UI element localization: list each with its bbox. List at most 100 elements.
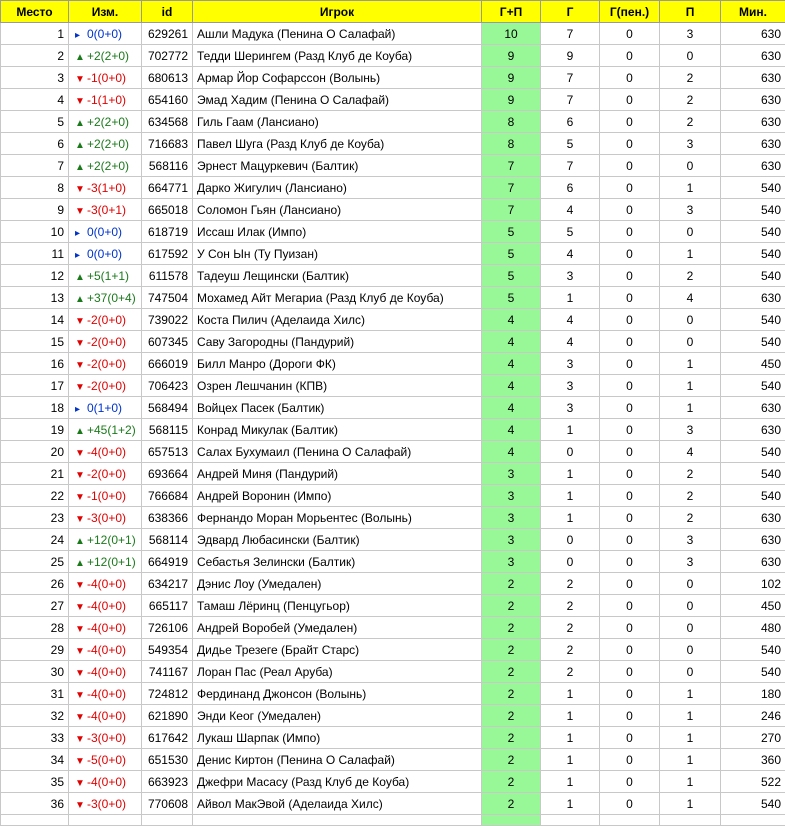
goals-cell: 4 (541, 243, 600, 265)
header-id[interactable]: id (142, 1, 193, 23)
player-cell: Фернандо Моран Морьентес (Волынь) (193, 507, 482, 529)
assists-cell: 0 (660, 573, 721, 595)
table-row[interactable]: 6▲+2(2+0)716683Павел Шуга (Разд Клуб де … (1, 133, 785, 155)
table-row[interactable]: 13▲+37(0+4)747504Мохамед Айт Мегариа (Ра… (1, 287, 785, 309)
table-row[interactable]: 3▼-1(0+0)680613Армар Йор Софарссон (Волы… (1, 67, 785, 89)
table-row[interactable]: 23▼-3(0+0)638366Фернандо Моран Морьентес… (1, 507, 785, 529)
goals-cell: 0 (541, 529, 600, 551)
table-row[interactable]: 31▼-4(0+0)724812Фердинанд Джонсон (Волын… (1, 683, 785, 705)
table-row[interactable]: 14▼-2(0+0)739022Коста Пилич (Аделаида Хи… (1, 309, 785, 331)
table-row[interactable]: 15▼-2(0+0)607345Саву Загородны (Пандурий… (1, 331, 785, 353)
header-goals[interactable]: Г (541, 1, 600, 23)
goals-cell: 2 (541, 617, 600, 639)
goals-cell: 1 (541, 287, 600, 309)
table-row[interactable]: 28▼-4(0+0)726106Андрей Воробей (Умедален… (1, 617, 785, 639)
change-value: 0(0+0) (87, 247, 122, 261)
table-row[interactable]: 25▲+12(0+1)664919Себастья Зелински (Балт… (1, 551, 785, 573)
header-penalty-goals[interactable]: Г(пен.) (600, 1, 660, 23)
up-arrow-icon: ▲ (75, 536, 87, 547)
table-row[interactable]: 30▼-4(0+0)741167Лоран Пас (Реал Аруба)22… (1, 661, 785, 683)
minutes-cell: 630 (721, 89, 785, 111)
assists-cell: 0 (660, 155, 721, 177)
table-row[interactable]: 1▸0(0+0)629261Ашли Мадука (Пенина О Сала… (1, 23, 785, 45)
player-cell: Джефри Масасу (Разд Клуб де Коуба) (193, 771, 482, 793)
minutes-cell: 540 (721, 639, 785, 661)
header-minutes[interactable]: Мин. (721, 1, 785, 23)
id-cell: 634217 (142, 573, 193, 595)
table-row[interactable]: 16▼-2(0+0)666019Билл Манро (Дороги ФК)43… (1, 353, 785, 375)
table-row[interactable]: 10▸0(0+0)618719Иссаш Илак (Импо)5500540 (1, 221, 785, 243)
table-row[interactable]: 29▼-4(0+0)549354Дидье Трезеге (Брайт Ста… (1, 639, 785, 661)
table-row[interactable]: 26▼-4(0+0)634217Дэнис Лоу (Умедален)2200… (1, 573, 785, 595)
header-goals-plus-assists[interactable]: Г+П (482, 1, 541, 23)
header-change[interactable]: Изм. (69, 1, 142, 23)
table-row[interactable]: 32▼-4(0+0)621890Энди Кеог (Умедален)2101… (1, 705, 785, 727)
table-body: 1▸0(0+0)629261Ашли Мадука (Пенина О Сала… (1, 23, 785, 826)
table-row[interactable]: 18▸0(1+0)568494Войцех Пасек (Балтик)4301… (1, 397, 785, 419)
penalty-goals-cell: 0 (600, 155, 660, 177)
table-row[interactable]: 24▲+12(0+1)568114Эдвард Любасински (Балт… (1, 529, 785, 551)
table-row[interactable]: 5▲+2(2+0)634568Гиль Гаам (Лансиано)86026… (1, 111, 785, 133)
header-player[interactable]: Игрок (193, 1, 482, 23)
table-row[interactable]: 19▲+45(1+2)568115Конрад Микулак (Балтик)… (1, 419, 785, 441)
rank-cell: 23 (1, 507, 69, 529)
table-row[interactable]: 2▲+2(2+0)702772Тедди Шерингем (Разд Клуб… (1, 45, 785, 67)
id-cell: 706423 (142, 375, 193, 397)
minutes-cell: 540 (721, 177, 785, 199)
goals-plus-assists-cell: 5 (482, 243, 541, 265)
goals-cell: 0 (541, 551, 600, 573)
table-row[interactable]: 27▼-4(0+0)665117Тамаш Лёринц (Пенцугьор)… (1, 595, 785, 617)
goals-cell: 7 (541, 23, 600, 45)
id-cell: 702772 (142, 45, 193, 67)
minutes-cell: 540 (721, 661, 785, 683)
change-cell: ▼-5(0+0) (69, 749, 142, 771)
goals-plus-assists-cell: 2 (482, 727, 541, 749)
id-cell: 618719 (142, 221, 193, 243)
goals-plus-assists-cell: 7 (482, 155, 541, 177)
goals-cell: 1 (541, 705, 600, 727)
player-cell: Саву Загородны (Пандурий) (193, 331, 482, 353)
id-cell: 680613 (142, 67, 193, 89)
rank-cell: 20 (1, 441, 69, 463)
penalty-goals-cell: 0 (600, 727, 660, 749)
table-row[interactable]: 4▼-1(1+0)654160Эмад Хадим (Пенина О Сала… (1, 89, 785, 111)
change-value: +12(0+1) (87, 533, 136, 547)
table-row[interactable]: 20▼-4(0+0)657513Салах Бухумаил (Пенина О… (1, 441, 785, 463)
penalty-goals-cell: 0 (600, 67, 660, 89)
header-assists[interactable]: П (660, 1, 721, 23)
table-row[interactable]: 9▼-3(0+1)665018Соломон Гьян (Лансиано)74… (1, 199, 785, 221)
rank-cell: 32 (1, 705, 69, 727)
table-row[interactable]: 17▼-2(0+0)706423Озрен Лешчанин (КПВ)4301… (1, 375, 785, 397)
table-row[interactable]: 33▼-3(0+0)617642Лукаш Шарпак (Импо)21012… (1, 727, 785, 749)
table-row[interactable]: 21▼-2(0+0)693664Андрей Миня (Пандурий)31… (1, 463, 785, 485)
goals-plus-assists-cell: 3 (482, 507, 541, 529)
header-rank[interactable]: Место (1, 1, 69, 23)
table-row[interactable]: 35▼-4(0+0)663923Джефри Масасу (Разд Клуб… (1, 771, 785, 793)
table-row[interactable]: 8▼-3(1+0)664771Дарко Жигулич (Лансиано)7… (1, 177, 785, 199)
table-row[interactable]: 12▲+5(1+1)611578Тадеуш Лещински (Балтик)… (1, 265, 785, 287)
assists-cell: 2 (660, 507, 721, 529)
id-cell: 693664 (142, 463, 193, 485)
table-row[interactable]: 22▼-1(0+0)766684Андрей Воронин (Импо)310… (1, 485, 785, 507)
change-cell: ▼-1(0+0) (69, 485, 142, 507)
assists-cell: 4 (660, 441, 721, 463)
assists-cell: 1 (660, 177, 721, 199)
minutes-cell: 630 (721, 397, 785, 419)
table-row[interactable]: 7▲+2(2+0)568116Эрнест Мацуркевич (Балтик… (1, 155, 785, 177)
assists-cell: 3 (660, 133, 721, 155)
table-row[interactable]: 36▼-3(0+0)770608Айвол МакЭвой (Аделаида … (1, 793, 785, 815)
goals-cell: 1 (541, 749, 600, 771)
minutes-cell: 630 (721, 551, 785, 573)
table-row[interactable]: 34▼-5(0+0)651530Денис Киртон (Пенина О С… (1, 749, 785, 771)
assists-cell: 2 (660, 111, 721, 133)
id-cell: 665018 (142, 199, 193, 221)
id-cell: 747504 (142, 287, 193, 309)
change-value: 0(0+0) (87, 225, 122, 239)
rank-cell: 33 (1, 727, 69, 749)
table-row[interactable]: 11▸0(0+0)617592У Сон Ын (Ту Пуизан)54015… (1, 243, 785, 265)
player-cell: Лоран Пас (Реал Аруба) (193, 661, 482, 683)
change-value: +5(1+1) (87, 269, 129, 283)
down-arrow-icon: ▼ (75, 624, 87, 635)
change-value: 0(1+0) (87, 401, 122, 415)
goals-plus-assists-cell: 4 (482, 309, 541, 331)
